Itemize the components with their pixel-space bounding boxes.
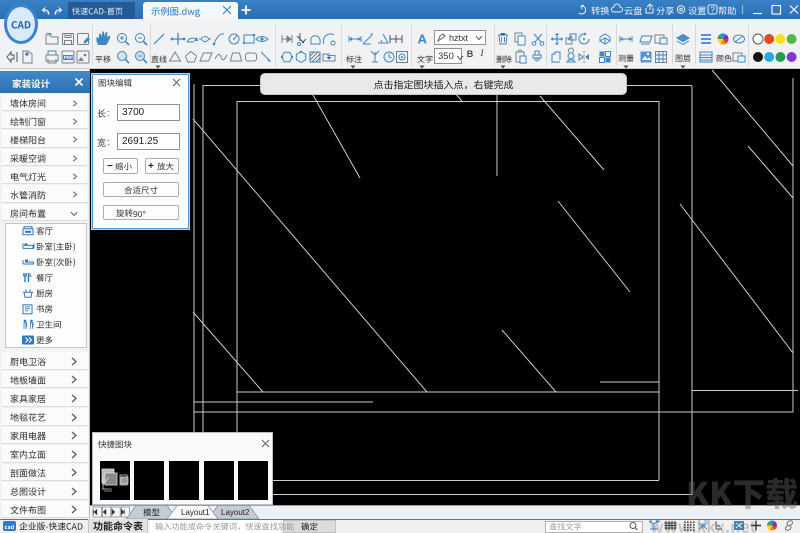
svg-text:N: N [704,519,708,525]
svg-text:A: A [418,32,428,47]
svg-text:PDF: PDF [64,55,73,60]
svg-text:?: ? [711,6,716,15]
